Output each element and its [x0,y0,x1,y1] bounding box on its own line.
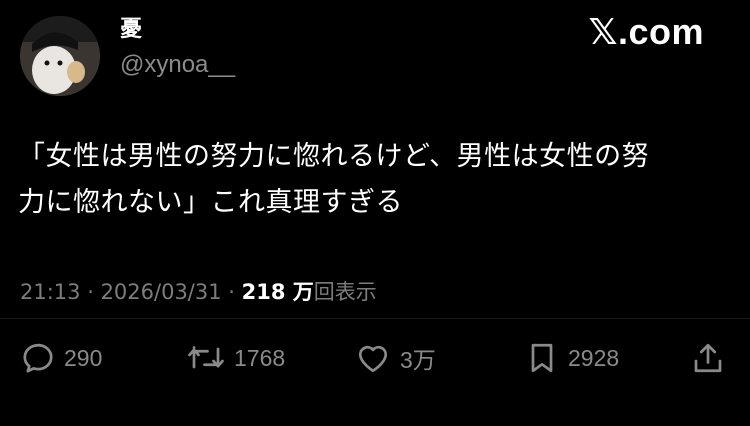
meta-separator: · [80,280,101,304]
divider [0,318,750,319]
x-logo: 𝕏 [588,12,618,53]
tweet-meta: 21:13 · 2026/03/31 · 218 万回表示 [20,278,377,306]
like-count: 3万 [400,347,436,373]
like-button[interactable]: 3万 [354,336,436,380]
heart-icon [358,345,388,373]
retweet-icon [188,346,224,369]
tweet-text-line: 「女性は男性の努力に惚れるけど、男性は女性の努 [18,141,650,172]
share-button[interactable] [690,336,726,380]
retweet-count: 1768 [234,344,286,371]
views-count: 218 万 [241,280,314,304]
views-label: 回表示 [313,280,377,304]
avatar[interactable] [20,16,100,96]
bookmark-count: 2928 [568,344,620,371]
share-icon [694,343,722,373]
tweet-time[interactable]: 21:13 [20,280,81,304]
display-name[interactable]: 憂 [120,16,142,44]
reply-icon [23,343,53,373]
user-handle[interactable]: @xynoa__ [120,50,235,80]
tweet-date[interactable]: 2026/03/31 [101,280,222,304]
bookmark-icon [531,343,553,373]
retweet-button[interactable]: 1768 [186,336,285,380]
watermark-domain: .com [617,11,704,52]
reply-button[interactable]: 290 [20,336,102,380]
tweet-text: 「女性は男性の努力に惚れるけど、男性は女性の努 力に惚れない」これ真理すぎる [18,134,718,226]
tweet-text-line: 力に惚れない」これ真理すぎる [18,187,403,218]
x-com-watermark: 𝕏.com [588,12,704,53]
reply-count: 290 [64,344,103,371]
meta-separator: · [221,280,242,304]
bookmark-button[interactable]: 2928 [524,336,619,380]
avatar-image [20,16,100,96]
